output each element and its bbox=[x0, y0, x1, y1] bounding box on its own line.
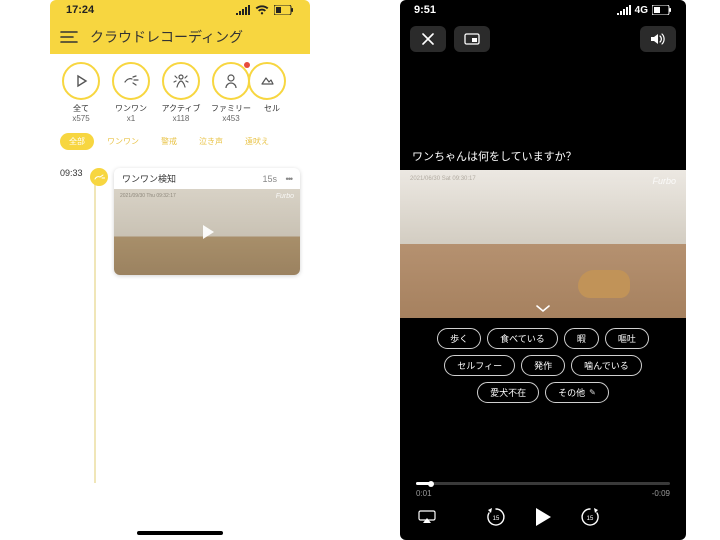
svg-text:15: 15 bbox=[493, 516, 500, 522]
event-knot-icon bbox=[90, 168, 108, 186]
status-indicators bbox=[236, 5, 294, 15]
event-time: 09:33 bbox=[60, 168, 86, 178]
selfie-icon bbox=[259, 74, 275, 88]
event-duration: 15s bbox=[263, 174, 278, 184]
thumbnail-timestamp: 2021/09/30 Thu 09:32:17 bbox=[120, 193, 176, 199]
chip-cry[interactable]: 泣き声 bbox=[190, 133, 232, 150]
scrubber-track[interactable] bbox=[416, 482, 670, 485]
pip-button[interactable] bbox=[454, 26, 490, 52]
svg-text:15: 15 bbox=[587, 516, 594, 522]
play-overlay-icon[interactable] bbox=[192, 217, 222, 247]
speaker-icon bbox=[650, 33, 666, 45]
status-time: 9:51 bbox=[414, 4, 436, 16]
watermark: Furbo bbox=[276, 193, 294, 200]
video-area[interactable]: 2021/06/30 Sat 09:30:17 Furbo bbox=[400, 170, 686, 318]
video-timestamp: 2021/06/30 Sat 09:30:17 bbox=[410, 176, 476, 182]
more-icon[interactable]: ••• bbox=[286, 174, 292, 184]
status-time: 17:24 bbox=[66, 4, 94, 16]
status-bar: 17:24 bbox=[50, 0, 310, 20]
event-title: ワンワン検知 bbox=[122, 172, 176, 185]
rewind-15-icon: 15 bbox=[485, 506, 507, 528]
notification-dot bbox=[244, 62, 250, 68]
left-phone: 17:24 クラウドレコーディング 全て x575 ワンワン x1 アクティブ … bbox=[50, 0, 310, 540]
watermark: Furbo bbox=[652, 176, 676, 186]
tag-bored[interactable]: 暇 bbox=[564, 328, 599, 349]
time-elapsed: 0:01 bbox=[416, 489, 432, 498]
event-entry: 09:33 ワンワン検知 15s ••• 2021/09/30 Thu 09:3… bbox=[60, 168, 300, 275]
answer-tags: 歩く 食べている 暇 嘔吐 セルフィー 発作 噛んでいる 愛犬不在 その他✎ bbox=[400, 318, 686, 413]
tag-eat[interactable]: 食べている bbox=[487, 328, 558, 349]
page-title: クラウドレコーディング bbox=[90, 27, 243, 47]
menu-icon[interactable] bbox=[60, 31, 78, 43]
close-button[interactable] bbox=[410, 26, 446, 52]
forward-15-button[interactable]: 15 bbox=[579, 506, 601, 528]
tile-selfie[interactable]: セル bbox=[258, 62, 286, 123]
home-indicator bbox=[137, 531, 223, 535]
tag-absent[interactable]: 愛犬不在 bbox=[477, 382, 539, 403]
time-remaining: -0:09 bbox=[652, 489, 670, 498]
event-card[interactable]: ワンワン検知 15s ••• 2021/09/30 Thu 09:32:17 F… bbox=[114, 168, 300, 275]
category-tiles: 全て x575 ワンワン x1 アクティブ x118 ファミリー x453 セル bbox=[50, 54, 310, 133]
chevron-down-icon[interactable] bbox=[535, 304, 551, 314]
chip-all[interactable]: 全部 bbox=[60, 133, 94, 150]
tag-seizure[interactable]: 発作 bbox=[521, 355, 565, 376]
battery-icon bbox=[652, 5, 672, 15]
chip-howl[interactable]: 遠吠え bbox=[236, 133, 278, 150]
airplay-icon bbox=[418, 510, 436, 524]
chip-alert[interactable]: 警戒 bbox=[152, 133, 186, 150]
play-button[interactable] bbox=[533, 506, 553, 528]
status-indicators: 4G bbox=[617, 5, 672, 16]
edit-icon: ✎ bbox=[589, 388, 596, 397]
tag-vomit[interactable]: 嘔吐 bbox=[605, 328, 649, 349]
tile-family[interactable]: ファミリー x453 bbox=[208, 62, 254, 123]
rewind-15-button[interactable]: 15 bbox=[485, 506, 507, 528]
pip-icon bbox=[464, 33, 480, 45]
tag-selfie[interactable]: セルフィー bbox=[444, 355, 515, 376]
question-label: ワンちゃんは何をしていますか？ bbox=[400, 142, 686, 170]
filter-chips: 全部 ワンワン 警戒 泣き声 遠吠え bbox=[50, 133, 310, 160]
network-label: 4G bbox=[635, 5, 648, 16]
tile-bark[interactable]: ワンワン x1 bbox=[108, 62, 154, 123]
playback-controls: 15 15 bbox=[400, 498, 686, 540]
active-icon bbox=[172, 73, 190, 89]
tag-other[interactable]: その他✎ bbox=[545, 382, 609, 403]
tile-all[interactable]: 全て x575 bbox=[58, 62, 104, 123]
bark-icon bbox=[121, 74, 141, 88]
battery-icon bbox=[274, 5, 294, 15]
tag-chew[interactable]: 噛んでいる bbox=[571, 355, 642, 376]
event-feed: 09:33 ワンワン検知 15s ••• 2021/09/30 Thu 09:3… bbox=[50, 160, 310, 283]
close-icon bbox=[422, 33, 434, 45]
airplay-button[interactable] bbox=[418, 510, 436, 524]
scrubber[interactable]: 0:01 -0:09 bbox=[400, 472, 686, 498]
event-thumbnail[interactable]: 2021/09/30 Thu 09:32:17 Furbo bbox=[114, 189, 300, 275]
dog-silhouette bbox=[578, 270, 630, 298]
tag-walk[interactable]: 歩く bbox=[437, 328, 481, 349]
status-bar: 9:51 4G bbox=[400, 0, 686, 20]
app-header: クラウドレコーディング bbox=[50, 20, 310, 54]
chip-bark[interactable]: ワンワン bbox=[98, 133, 148, 150]
tile-active[interactable]: アクティブ x118 bbox=[158, 62, 204, 123]
scrubber-thumb[interactable] bbox=[428, 481, 434, 487]
right-phone: 9:51 4G ワンちゃんは何をしていますか？ 2021/06/30 Sat 0… bbox=[400, 0, 686, 540]
play-icon bbox=[533, 506, 553, 528]
signal-icon bbox=[236, 5, 250, 15]
volume-button[interactable] bbox=[640, 26, 676, 52]
play-icon bbox=[74, 74, 88, 88]
top-controls bbox=[400, 20, 686, 58]
forward-15-icon: 15 bbox=[579, 506, 601, 528]
wifi-icon bbox=[255, 5, 269, 15]
family-icon bbox=[223, 73, 239, 89]
signal-icon bbox=[617, 5, 631, 15]
